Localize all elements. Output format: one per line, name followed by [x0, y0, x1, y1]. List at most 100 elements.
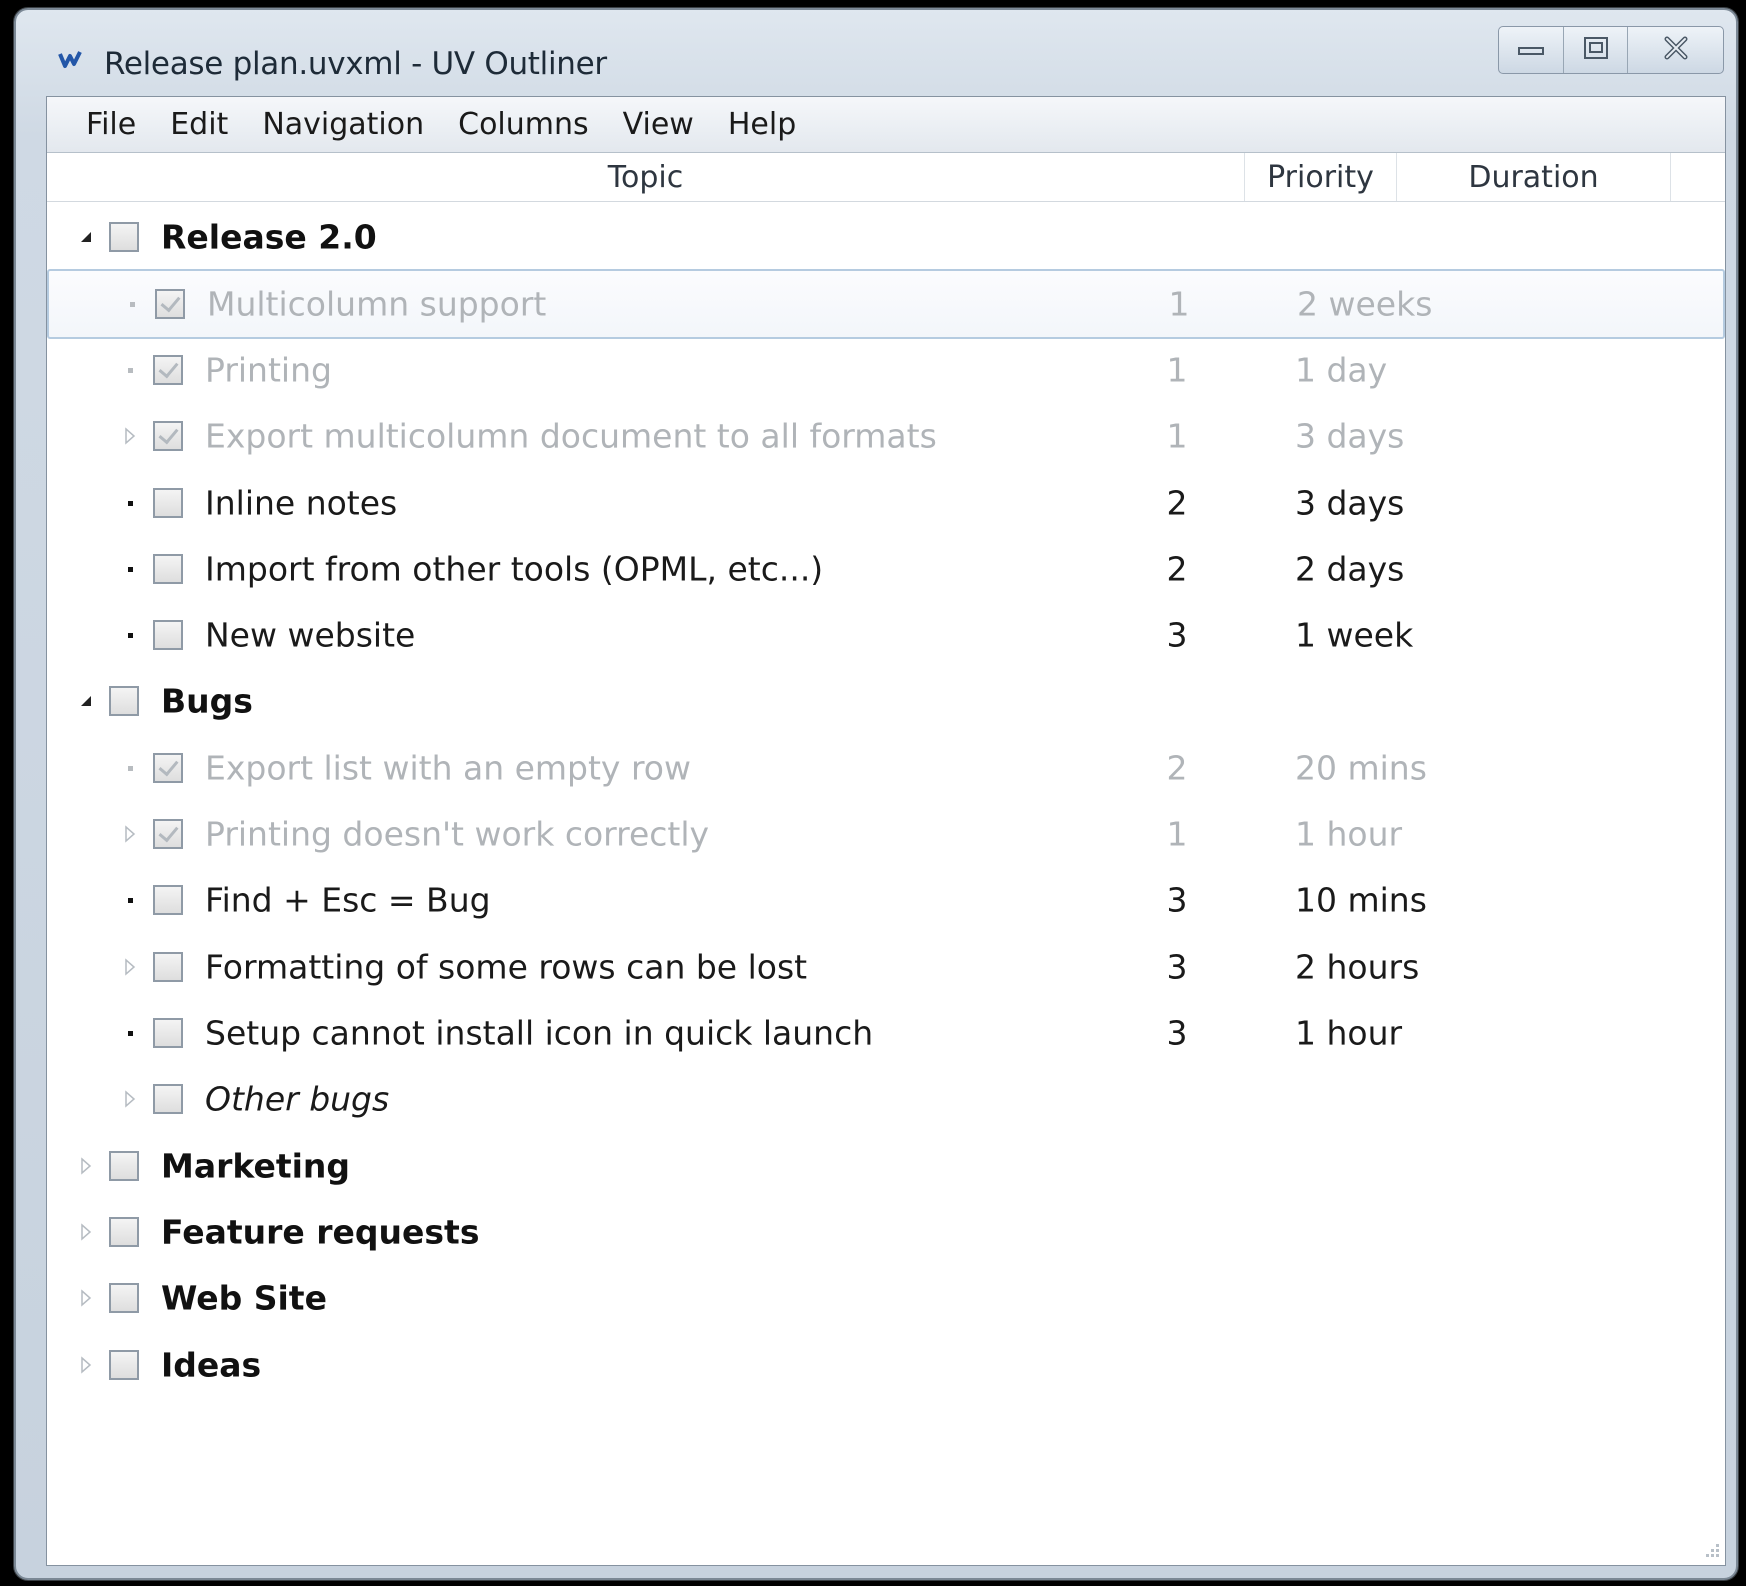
row-priority[interactable]: 1 — [1157, 417, 1197, 456]
row-priority[interactable]: 2 — [1157, 749, 1197, 788]
checkbox[interactable] — [153, 1018, 183, 1048]
checkbox[interactable] — [109, 1350, 139, 1380]
checkbox[interactable] — [109, 222, 139, 252]
row-duration[interactable]: 2 weeks — [1297, 285, 1432, 324]
row-topic[interactable]: Inline notes — [205, 484, 397, 523]
checkbox[interactable] — [153, 554, 183, 584]
row-priority[interactable]: 2 — [1157, 550, 1197, 589]
row-topic[interactable]: Web Site — [161, 1279, 327, 1318]
menu-columns[interactable]: Columns — [441, 107, 606, 142]
checked-checkbox[interactable] — [153, 421, 183, 451]
row-duration[interactable]: 2 days — [1295, 550, 1404, 589]
collapsed-triangle-icon[interactable] — [123, 958, 137, 976]
checked-checkbox[interactable] — [153, 355, 183, 385]
checkbox[interactable] — [153, 952, 183, 982]
row-duration[interactable]: 1 hour — [1295, 1014, 1402, 1053]
menu-navigation[interactable]: Navigation — [245, 107, 441, 142]
close-button[interactable] — [1627, 27, 1723, 73]
checkbox[interactable] — [109, 686, 139, 716]
checkbox[interactable] — [153, 620, 183, 650]
row-topic[interactable]: Export list with an empty row — [205, 749, 691, 788]
outline-row[interactable]: Feature requests — [47, 1197, 1725, 1267]
menu-help[interactable]: Help — [711, 107, 813, 142]
row-topic[interactable]: Printing — [205, 351, 332, 390]
menu-file[interactable]: File — [69, 107, 153, 142]
row-topic[interactable]: Release 2.0 — [161, 218, 377, 257]
outline-row[interactable]: Export list with an empty row 2 20 mins — [47, 733, 1725, 803]
collapsed-triangle-icon[interactable] — [79, 1356, 93, 1374]
checkbox[interactable] — [153, 1084, 183, 1114]
resize-grip-icon[interactable] — [1699, 1539, 1721, 1561]
outline-row[interactable]: Inline notes 2 3 days — [47, 468, 1725, 538]
column-header-duration[interactable]: Duration — [1397, 153, 1671, 201]
row-topic[interactable]: Marketing — [161, 1147, 350, 1186]
menu-edit[interactable]: Edit — [153, 107, 245, 142]
checked-checkbox[interactable] — [153, 819, 183, 849]
collapsed-triangle-icon[interactable] — [123, 1090, 137, 1108]
outline-row[interactable]: Other bugs — [47, 1064, 1725, 1134]
row-topic[interactable]: Bugs — [161, 682, 253, 721]
row-duration[interactable]: 10 mins — [1295, 881, 1427, 920]
row-topic[interactable]: Import from other tools (OPML, etc...) — [205, 550, 823, 589]
collapsed-triangle-icon[interactable] — [79, 1289, 93, 1307]
row-priority[interactable]: 3 — [1157, 616, 1197, 655]
outline-row[interactable]: Printing doesn't work correctly 1 1 hour — [47, 799, 1725, 869]
outline-row[interactable]: Import from other tools (OPML, etc...) 2 2… — [47, 534, 1725, 604]
row-duration[interactable]: 1 hour — [1295, 815, 1402, 854]
checked-checkbox[interactable] — [155, 289, 185, 319]
row-priority[interactable]: 1 — [1159, 285, 1199, 324]
outline-row[interactable]: Web Site — [47, 1263, 1725, 1333]
checkbox[interactable] — [109, 1283, 139, 1313]
row-topic[interactable]: Ideas — [161, 1346, 261, 1385]
row-topic[interactable]: Find + Esc = Bug — [205, 881, 491, 920]
row-topic[interactable]: Printing doesn't work correctly — [205, 815, 709, 854]
row-topic[interactable]: Feature requests — [161, 1213, 479, 1252]
outline-row[interactable]: Printing 1 1 day — [47, 335, 1725, 405]
row-topic[interactable]: New website — [205, 616, 415, 655]
expanded-triangle-icon[interactable] — [79, 228, 93, 246]
row-topic[interactable]: Multicolumn support — [207, 285, 546, 324]
outline-row[interactable]: Multicolumn support 1 2 weeks — [47, 269, 1725, 339]
checked-checkbox[interactable] — [153, 753, 183, 783]
maximize-button[interactable] — [1563, 27, 1627, 73]
checkbox[interactable] — [109, 1151, 139, 1181]
row-priority[interactable]: 3 — [1157, 1014, 1197, 1053]
row-topic[interactable]: Export multicolumn document to all forma… — [205, 417, 937, 456]
row-priority[interactable]: 1 — [1157, 351, 1197, 390]
outline-row[interactable]: Marketing — [47, 1131, 1725, 1201]
outline-row[interactable]: Setup cannot install icon in quick launc… — [47, 998, 1725, 1068]
row-duration[interactable]: 1 day — [1295, 351, 1387, 390]
checkbox[interactable] — [109, 1217, 139, 1247]
checkbox[interactable] — [153, 488, 183, 518]
expanded-triangle-icon[interactable] — [79, 692, 93, 710]
collapsed-triangle-icon[interactable] — [123, 825, 137, 843]
menu-view[interactable]: View — [606, 107, 711, 142]
row-priority[interactable]: 1 — [1157, 815, 1197, 854]
collapsed-triangle-icon[interactable] — [123, 427, 137, 445]
row-topic[interactable]: Other bugs — [205, 1080, 389, 1119]
row-topic[interactable]: Formatting of some rows can be lost — [205, 948, 807, 987]
row-topic[interactable]: Setup cannot install icon in quick launc… — [205, 1014, 873, 1053]
outline-row[interactable]: New website 3 1 week — [47, 600, 1725, 670]
row-priority[interactable]: 3 — [1157, 948, 1197, 987]
row-priority[interactable]: 2 — [1157, 484, 1197, 523]
collapsed-triangle-icon[interactable] — [79, 1223, 93, 1241]
outline-row[interactable]: Find + Esc = Bug 3 10 mins — [47, 865, 1725, 935]
collapsed-triangle-icon[interactable] — [79, 1157, 93, 1175]
outline-row[interactable]: Formatting of some rows can be lost 3 2 ho… — [47, 932, 1725, 1002]
outline-row[interactable]: Ideas — [47, 1330, 1725, 1400]
row-priority[interactable]: 3 — [1157, 881, 1197, 920]
checkbox[interactable] — [153, 885, 183, 915]
outline-row[interactable]: Release 2.0 — [47, 202, 1725, 272]
outline-row[interactable]: Export multicolumn document to all forma… — [47, 401, 1725, 471]
title-bar[interactable]: Release plan.uvxml - UV Outliner — [16, 10, 1736, 96]
row-duration[interactable]: 2 hours — [1295, 948, 1419, 987]
column-header-priority[interactable]: Priority — [1245, 153, 1397, 201]
row-duration[interactable]: 3 days — [1295, 417, 1404, 456]
column-header-topic[interactable]: Topic — [47, 153, 1245, 201]
row-duration[interactable]: 3 days — [1295, 484, 1404, 523]
minimize-button[interactable] — [1499, 27, 1563, 73]
outline-row[interactable]: Bugs — [47, 666, 1725, 736]
row-duration[interactable]: 1 week — [1295, 616, 1413, 655]
row-duration[interactable]: 20 mins — [1295, 749, 1427, 788]
